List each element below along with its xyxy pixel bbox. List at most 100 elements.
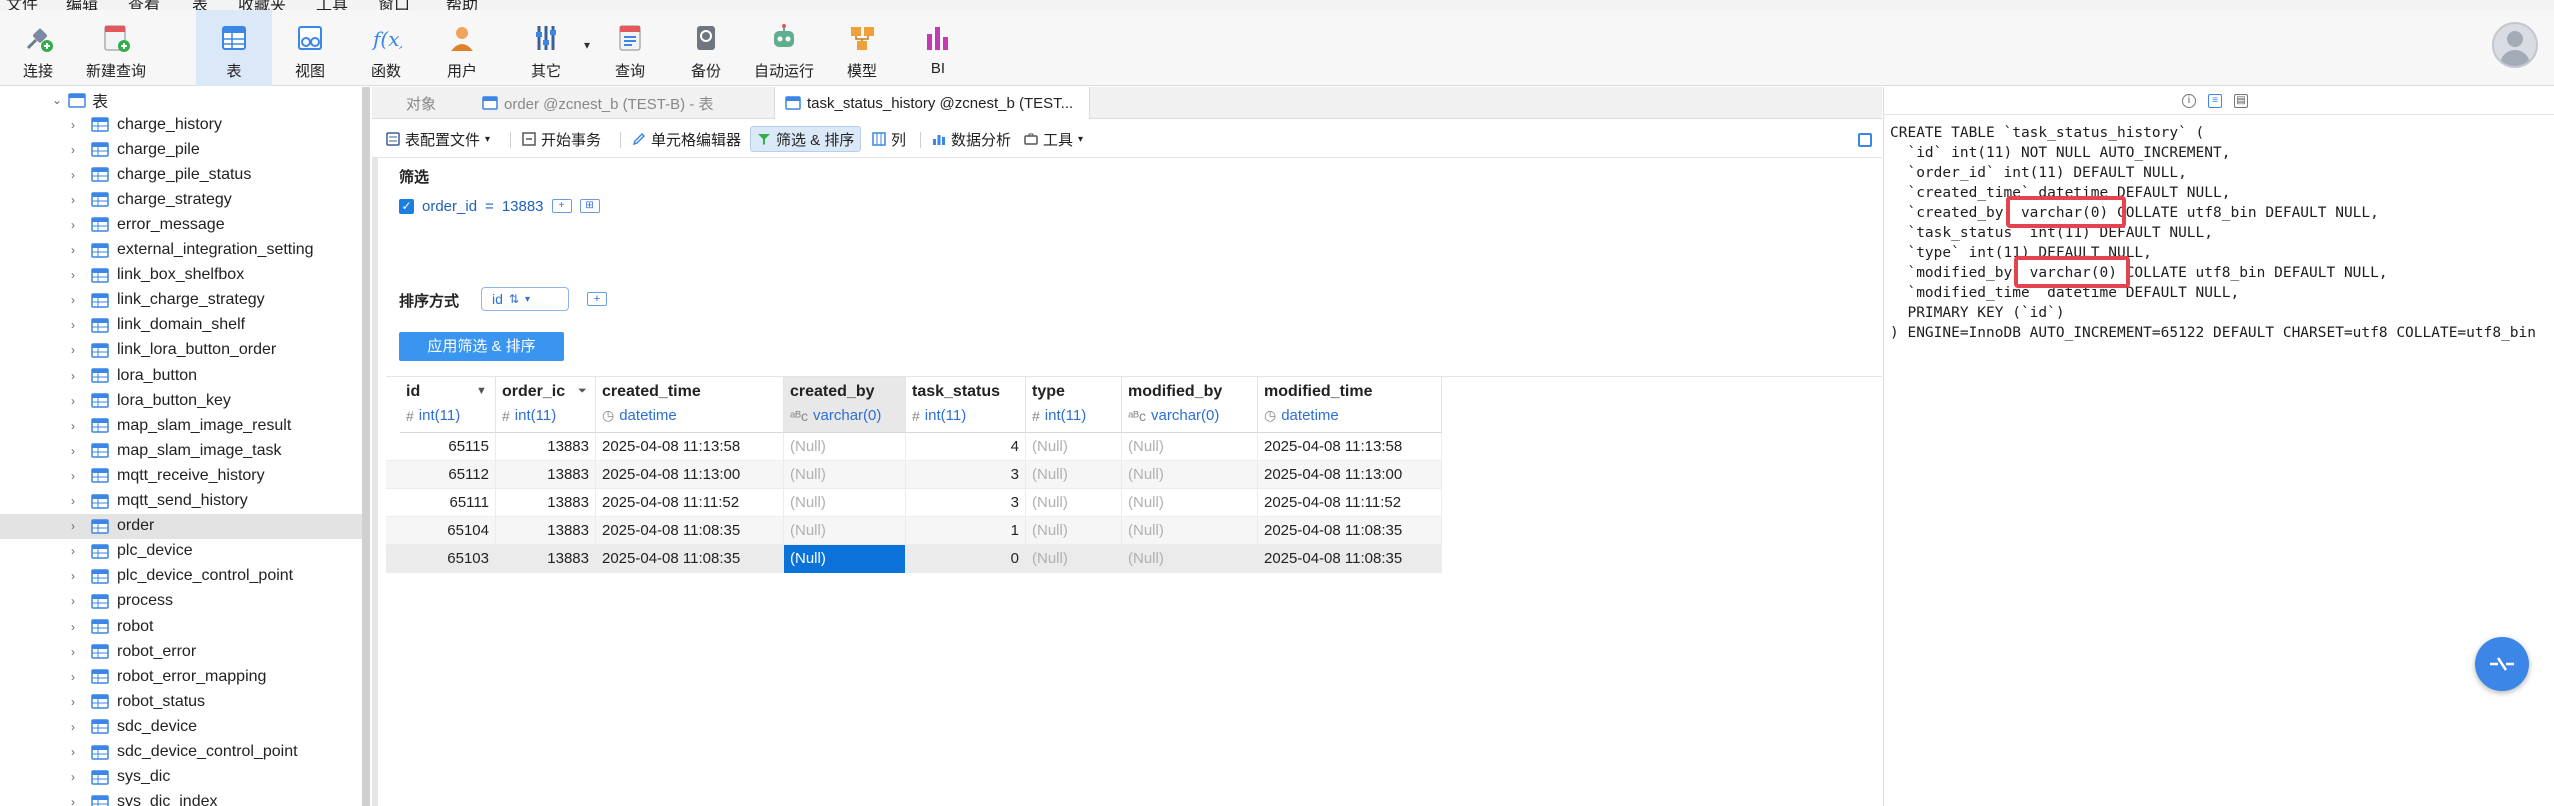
toolbar-query-button[interactable]: 查询 <box>592 10 668 86</box>
table-cell[interactable]: 13883 <box>496 433 596 461</box>
tools-button[interactable]: 工具 ▾ <box>1018 126 1089 152</box>
chevron-right-icon[interactable]: › <box>71 720 85 734</box>
add-condition-icon[interactable]: + <box>551 199 572 213</box>
menu-tools[interactable]: 工具 <box>316 0 348 10</box>
table-cell[interactable]: 2025-04-08 11:08:35 <box>596 545 784 573</box>
table-cell[interactable]: 4 <box>906 433 1026 461</box>
chevron-right-icon[interactable]: › <box>71 343 85 357</box>
table-row[interactable]: 65112 13883 2025-04-08 11:13:00 (Null) 3 (Nul… <box>386 461 1442 489</box>
tree-item-sys-dic[interactable]: › sys_dic <box>0 765 362 790</box>
table-cell[interactable]: 2025-04-08 11:11:52 <box>596 489 784 517</box>
tab-task-status-history[interactable]: task_status_history @zcnest_b (TEST... <box>774 87 1090 119</box>
chevron-down-icon[interactable]: ⌄ <box>52 93 62 107</box>
table-cell[interactable]: (Null) <box>1122 517 1258 545</box>
table-config-button[interactable]: 表配置文件 ▾ <box>380 126 496 152</box>
table-cell[interactable]: 2025-04-08 11:13:58 <box>1258 433 1442 461</box>
chevron-right-icon[interactable]: › <box>71 193 85 207</box>
chevron-right-icon[interactable]: › <box>71 620 85 634</box>
tab-objects[interactable]: 对象 <box>396 87 446 119</box>
expand-icon[interactable] <box>1858 133 1872 147</box>
chevron-right-icon[interactable]: › <box>71 645 85 659</box>
chevron-right-icon[interactable]: › <box>71 168 85 182</box>
chevron-right-icon[interactable]: › <box>71 795 85 806</box>
table-cell[interactable]: 0 <box>906 545 1026 573</box>
menu-help[interactable]: 帮助 <box>446 0 478 10</box>
table-cell[interactable]: 2025-04-08 11:13:58 <box>596 433 784 461</box>
tree-item-map-slam-image-task[interactable]: › map_slam_image_task <box>0 438 362 463</box>
tree-item-charge-strategy[interactable]: › charge_strategy <box>0 187 362 212</box>
table-cell[interactable]: 65104 <box>400 517 496 545</box>
chevron-right-icon[interactable]: › <box>71 243 85 257</box>
table-row[interactable]: 65115 13883 2025-04-08 11:13:58 (Null) 4 (Nul… <box>386 433 1442 461</box>
toolbar-model-button[interactable]: 模型 <box>824 10 900 86</box>
chevron-right-icon[interactable]: › <box>71 218 85 232</box>
table-cell[interactable]: (Null) <box>784 517 906 545</box>
add-sort-icon[interactable]: + <box>587 292 607 306</box>
menu-view[interactable]: 查看 <box>128 0 160 10</box>
table-cell[interactable]: (Null) <box>1026 461 1122 489</box>
tree-item-order[interactable]: › order <box>0 513 362 539</box>
toolbar-function-button[interactable]: f(x) 函数 <box>348 10 424 86</box>
table-cell[interactable]: 65112 <box>400 461 496 489</box>
tree-item-sdc-device[interactable]: › sdc_device <box>0 714 362 739</box>
chevron-right-icon[interactable]: › <box>71 268 85 282</box>
table-cell[interactable]: 13883 <box>496 489 596 517</box>
table-cell[interactable]: (Null) <box>1026 433 1122 461</box>
tree-item-lora-button-key[interactable]: › lora_button_key <box>0 388 362 413</box>
toolbar-user-button[interactable]: 用户 <box>424 10 500 86</box>
table-cell[interactable]: (Null) <box>784 545 906 573</box>
table-cell[interactable]: (Null) <box>1122 489 1258 517</box>
menu-window[interactable]: 窗口 <box>378 0 410 10</box>
table-cell[interactable]: (Null) <box>784 433 906 461</box>
chevron-right-icon[interactable]: › <box>71 594 85 608</box>
tree-node-tables[interactable]: ⌄ 表 <box>52 89 108 111</box>
chevron-right-icon[interactable]: › <box>71 695 85 709</box>
menu-favorites[interactable]: 收藏夹 <box>238 0 286 10</box>
table-cell[interactable]: 2025-04-08 11:13:00 <box>596 461 784 489</box>
filter-indicator-icon[interactable]: ⏷ <box>578 385 587 398</box>
filter-enabled-checkbox[interactable]: ✓ <box>399 198 414 214</box>
schema-icon[interactable]: ▤ <box>2234 94 2248 108</box>
chevron-right-icon[interactable]: › <box>71 519 85 533</box>
cell-editor-button[interactable]: 单元格编辑器 <box>626 126 747 152</box>
chevron-right-icon[interactable]: › <box>71 544 85 558</box>
toolbar-table-button[interactable]: 表 <box>196 10 272 86</box>
tree-item-robot-status[interactable]: › robot_status <box>0 689 362 714</box>
column-header-task-status[interactable]: task_status # int(11) <box>906 377 1026 433</box>
table-row[interactable]: 65104 13883 2025-04-08 11:08:35 (Null) 1 (Nul… <box>386 517 1442 545</box>
column-header-created-time[interactable]: created_time ◷ datetime <box>596 377 784 433</box>
tree-item-external-integration-setting[interactable]: › external_integration_setting <box>0 238 362 263</box>
menu-file[interactable]: 文件 <box>6 0 38 10</box>
chevron-right-icon[interactable]: › <box>71 469 85 483</box>
column-header-order-ic[interactable]: order_ic # int(11) ⏷ <box>496 377 596 433</box>
chevron-right-icon[interactable]: › <box>71 419 85 433</box>
tree-item-robot[interactable]: › robot <box>0 614 362 639</box>
menu-edit[interactable]: 编辑 <box>66 0 98 10</box>
column-header-modified-time[interactable]: modified_time ◷ datetime <box>1258 377 1442 433</box>
table-cell[interactable]: 13883 <box>496 517 596 545</box>
column-header-type[interactable]: type # int(11) <box>1026 377 1122 433</box>
table-cell[interactable]: (Null) <box>1026 545 1122 573</box>
chevron-right-icon[interactable]: › <box>71 745 85 759</box>
tree-item-robot-error-mapping[interactable]: › robot_error_mapping <box>0 664 362 689</box>
tree-item-process[interactable]: › process <box>0 589 362 614</box>
ddl-icon[interactable]: ≡ <box>2208 94 2222 108</box>
chevron-right-icon[interactable]: › <box>71 670 85 684</box>
chevron-right-icon[interactable]: › <box>71 118 85 132</box>
apply-filter-sort-button[interactable]: 应用筛选 & 排序 <box>399 332 564 361</box>
sort-field-selector[interactable]: id ⇅ ▾ <box>481 287 569 311</box>
table-cell[interactable]: 1 <box>906 517 1026 545</box>
table-cell[interactable]: (Null) <box>784 461 906 489</box>
filter-field[interactable]: order_id <box>422 198 477 215</box>
toolbar-automation-button[interactable]: 自动运行 <box>744 10 824 86</box>
tree-item-mqtt-receive-history[interactable]: › mqtt_receive_history <box>0 463 362 488</box>
table-row[interactable]: 65103 13883 2025-04-08 11:08:35 (Null) 0 (Nul… <box>386 545 1442 573</box>
chevron-right-icon[interactable]: › <box>71 444 85 458</box>
tree-item-charge-pile[interactable]: › charge_pile <box>0 137 362 162</box>
add-group-icon[interactable]: ⊞ <box>579 199 600 213</box>
toolbar-other-button[interactable]: 其它 <box>508 10 584 86</box>
toolbar-connect-button[interactable]: 连接 <box>0 10 76 86</box>
chevron-right-icon[interactable]: › <box>71 143 85 157</box>
chevron-right-icon[interactable]: › <box>71 770 85 784</box>
floating-assistant-button[interactable] <box>2475 637 2529 691</box>
